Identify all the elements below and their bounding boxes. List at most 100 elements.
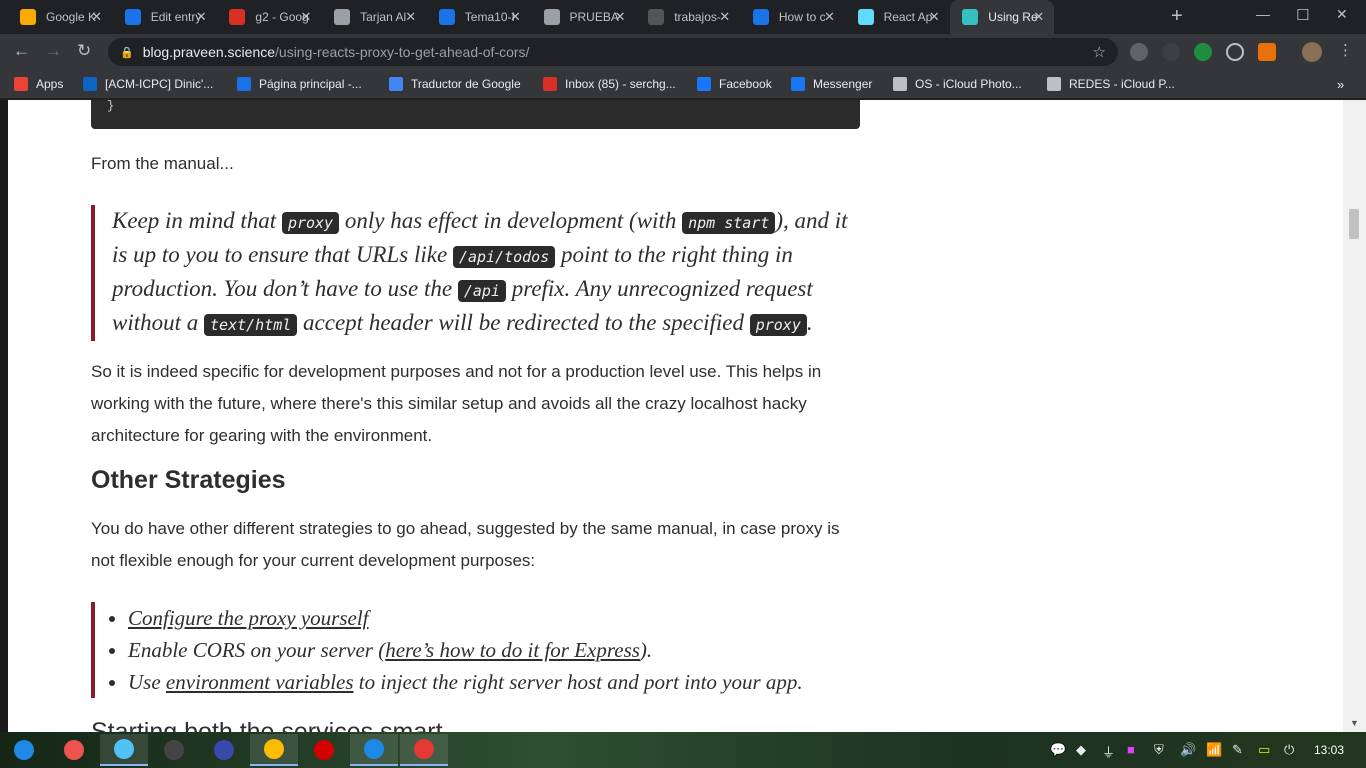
keep-icon	[20, 9, 36, 25]
minimize-button[interactable]: —	[1256, 6, 1270, 22]
extension-icon[interactable]	[1162, 43, 1180, 61]
vscode-icon	[364, 739, 384, 759]
browser-tab[interactable]: PRUEBA ✕	[532, 0, 636, 34]
list-text: Use	[128, 670, 166, 694]
taskbar-app[interactable]	[0, 734, 48, 766]
extension-icon[interactable]	[1258, 43, 1276, 61]
bookmark-label: Apps	[36, 77, 64, 91]
taskbar-app[interactable]	[150, 734, 198, 766]
profile-avatar[interactable]	[1302, 42, 1322, 62]
bookmark-item[interactable]: Messenger	[791, 77, 872, 91]
paragraph: So it is indeed specific for development…	[91, 362, 822, 445]
bookmark-item[interactable]: OS - iCloud Photo...	[893, 77, 1022, 91]
taskbar-app[interactable]	[350, 734, 398, 766]
address-bar[interactable]: 🔒 blog.praveen.science/using-reacts-prox…	[108, 38, 1118, 66]
close-tab-icon[interactable]: ✕	[300, 9, 311, 25]
wifi-icon[interactable]: 📶	[1206, 742, 1222, 758]
taskbar-app[interactable]	[50, 734, 98, 766]
start-icon	[14, 740, 34, 760]
bookmark-item[interactable]: REDES - iCloud P...	[1047, 77, 1175, 91]
translate-icon	[389, 77, 403, 91]
battery-icon[interactable]: ▭	[1258, 742, 1270, 758]
globe-icon	[543, 9, 560, 25]
scroll-down-icon[interactable]: ▼	[1350, 718, 1359, 728]
bookmark-item[interactable]: Apps	[14, 77, 63, 91]
close-tab-icon[interactable]: ✕	[824, 9, 835, 25]
close-window-button[interactable]: ✕	[1336, 6, 1348, 23]
quote-text: only has effect in development (with	[339, 208, 683, 233]
close-tab-icon[interactable]: ✕	[615, 9, 626, 25]
taskbar-app[interactable]	[400, 734, 448, 766]
browser-tab[interactable]: Google K ✕	[8, 0, 112, 34]
page-scrollbar[interactable]: ▼	[1343, 100, 1366, 732]
url-host: blog.praveen.science	[142, 44, 276, 60]
taskbar-app[interactable]	[100, 734, 148, 766]
new-tab-button[interactable]: +	[1171, 5, 1183, 28]
app-tray-icon[interactable]: ■	[1127, 742, 1135, 757]
environment-variables-link[interactable]: environment variables	[166, 670, 354, 694]
taskbar: 💬 ◆ ⏚ ■ ⛨ 🔊 📶 ✎ ▭ ⏻ 13:03	[0, 732, 1366, 768]
inline-code: npm start	[682, 212, 776, 234]
browser-tab[interactable]: How to c ✕	[741, 0, 845, 34]
close-tab-icon[interactable]: ✕	[719, 9, 730, 25]
bookmark-item[interactable]: Traductor de Google	[389, 77, 521, 91]
bookmark-label: [ACM-ICPC] Dinic'...	[105, 77, 214, 91]
back-button[interactable]: ←	[13, 41, 30, 61]
taskbar-app[interactable]	[250, 734, 298, 766]
taskbar-app[interactable]	[200, 734, 248, 766]
browser-tab[interactable]: React Ap ✕	[846, 0, 950, 34]
browser-toolbar: ← → ↻ 🔒 blog.praveen.science/using-react…	[0, 34, 1366, 70]
game-icon[interactable]: ◆	[1076, 742, 1086, 758]
browser-tab[interactable]: Tarjan Al ✕	[322, 0, 426, 34]
usb-icon[interactable]: ⏚	[1102, 742, 1115, 761]
bookmark-item[interactable]: [ACM-ICPC] Dinic'...	[83, 77, 213, 91]
browser-tab[interactable]: trabajos- ✕	[636, 0, 740, 34]
clock: 13:03	[1314, 743, 1345, 757]
close-tab-icon[interactable]: ✕	[405, 9, 416, 25]
quote-text: accept header will be redirected to the …	[297, 310, 750, 335]
bookmark-item[interactable]: Inbox (85) - serchg...	[543, 77, 676, 91]
list-item: Configure the proxy yourself	[128, 602, 861, 634]
close-tab-icon[interactable]: ✕	[510, 9, 521, 25]
maximize-button[interactable]: ☐	[1296, 6, 1309, 24]
quote-text: Keep in mind that	[112, 208, 282, 233]
react-devtools-icon[interactable]	[1226, 43, 1244, 61]
quote-text: .	[806, 310, 813, 335]
volume-icon[interactable]: 🔊	[1180, 742, 1196, 758]
menu-icon[interactable]: ⋮	[1338, 41, 1353, 59]
reload-button[interactable]: ↻	[77, 41, 91, 61]
bookmark-item[interactable]: Página principal -...	[237, 77, 362, 91]
monitor-icon	[214, 740, 234, 760]
express-cors-link[interactable]: here’s how to do it for Express	[385, 638, 640, 662]
browser-tab[interactable]: Tema10-I ✕	[427, 0, 531, 34]
bookmark-label: Página principal -...	[259, 77, 362, 91]
opera-icon	[314, 740, 334, 760]
scrollbar-thumb[interactable]	[1349, 209, 1359, 239]
close-tab-icon[interactable]: ✕	[91, 9, 102, 25]
extension-icon[interactable]	[1130, 43, 1148, 61]
pen-icon[interactable]: ✎	[1232, 742, 1243, 758]
power-icon[interactable]: ⏻	[1284, 742, 1294, 758]
bookmark-item[interactable]: Facebook	[697, 77, 772, 91]
more-bookmarks-icon[interactable]: »	[1337, 77, 1344, 92]
bookmark-star-icon[interactable]: ☆	[1093, 43, 1106, 61]
shield-icon[interactable]: ⛨	[1154, 742, 1164, 758]
configure-proxy-link[interactable]: Configure the proxy yourself	[128, 606, 369, 630]
bookmark-label: Facebook	[719, 77, 772, 91]
close-tab-icon[interactable]: ✕	[1033, 9, 1044, 25]
forward-button[interactable]: →	[45, 41, 62, 61]
close-tab-icon[interactable]: ✕	[929, 9, 940, 25]
inline-code: proxy	[749, 314, 807, 336]
chat-icon[interactable]: 💬	[1050, 742, 1066, 758]
bookmark-label: Inbox (85) - serchg...	[565, 77, 676, 91]
inline-code: /api	[457, 280, 506, 302]
close-tab-icon[interactable]: ✕	[196, 9, 207, 25]
code-block: }	[91, 100, 860, 129]
browser-tab[interactable]: g2 - Goog ✕	[217, 0, 321, 34]
browser-tab[interactable]: Using Re ✕	[950, 0, 1055, 34]
extension-icon[interactable]	[1194, 43, 1212, 61]
blockquote: Keep in mind that proxy only has effect …	[91, 205, 861, 341]
apple-icon	[893, 77, 907, 91]
browser-tab[interactable]: Edit entry ✕	[113, 0, 217, 34]
taskbar-app[interactable]	[300, 734, 348, 766]
